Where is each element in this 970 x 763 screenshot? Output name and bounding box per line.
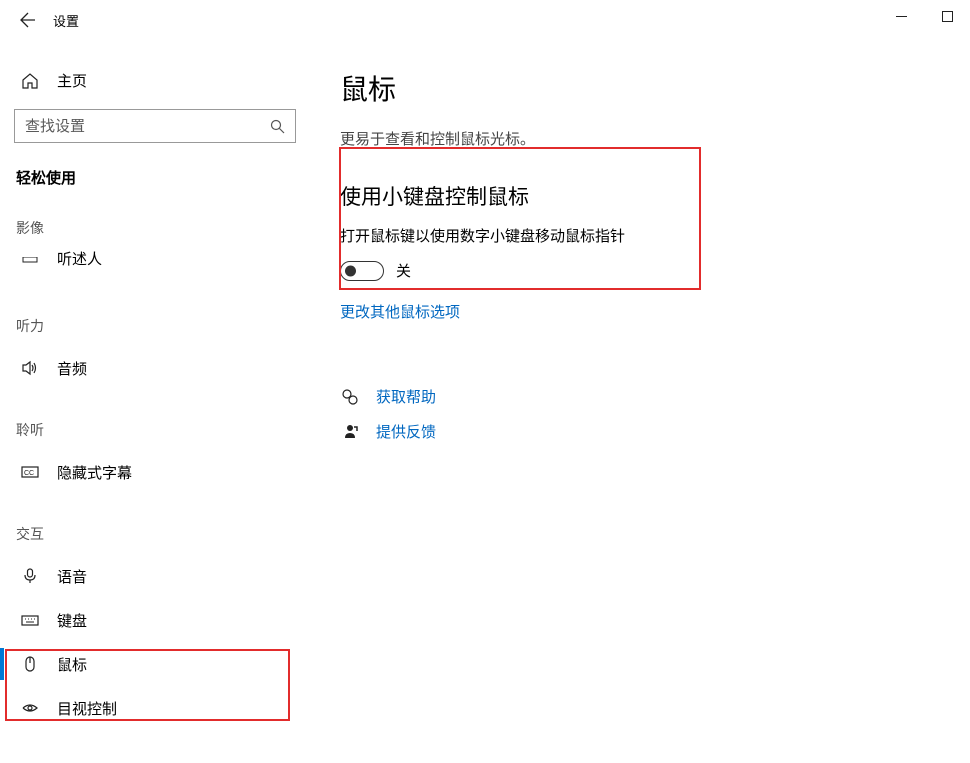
toggle-knob [345,265,356,276]
keyboard-label: 键盘 [57,610,87,631]
help-icon [340,387,360,407]
help-section: 获取帮助 提供反馈 [340,386,940,442]
link-more-options[interactable]: 更改其他鼠标选项 [340,304,460,321]
sidebar-item-mouse[interactable]: 鼠标 [0,642,310,686]
toggle-mouse-keys[interactable]: 关 [340,260,940,281]
sidebar-item-keyboard[interactable]: 键盘 [0,598,310,642]
section-interaction: 交互 [14,524,310,544]
svg-text:CC: CC [24,470,34,477]
titlebar: 设置 [0,0,970,40]
section-hearing: 听力 [14,316,310,336]
speaker-icon [20,358,40,378]
partial-label: 听述人 [57,248,102,269]
keyboard-icon [20,610,40,630]
sidebar-item-speech[interactable]: 语音 [0,554,310,598]
speech-label: 语音 [57,566,87,587]
minimize-icon [896,11,907,22]
section-hearing2: 聆听 [14,420,310,440]
captions-label: 隐藏式字幕 [57,462,132,483]
help-row[interactable]: 获取帮助 [340,386,940,407]
page-title: 鼠标 [340,68,940,108]
link-get-help[interactable]: 获取帮助 [376,386,436,407]
minimize-button[interactable] [878,0,924,32]
search-icon [269,118,285,134]
eye-icon [20,698,40,718]
arrow-left-icon [20,12,36,28]
maximize-button[interactable] [924,0,970,32]
window-title: 设置 [53,11,79,30]
sidebar-item-partial[interactable]: 听述人 [14,248,310,276]
window-controls [878,0,970,32]
link-feedback[interactable]: 提供反馈 [376,421,436,442]
sidebar-item-audio[interactable]: 音频 [0,346,310,390]
sidebar-item-eyecontrol[interactable]: 目视控制 [0,686,310,730]
feedback-icon [340,422,360,442]
home-button[interactable]: 主页 [14,60,310,101]
sidebar-item-captions[interactable]: CC 隐藏式字幕 [0,450,310,494]
maximize-icon [942,11,953,22]
section-keypad-title: 使用小键盘控制鼠标 [340,181,940,211]
search-box[interactable] [14,109,296,143]
mouse-icon [20,654,40,674]
audio-label: 音频 [57,358,87,379]
home-label: 主页 [57,70,87,91]
back-button[interactable] [18,10,38,30]
section-vision: 影像 [14,218,310,238]
feedback-row[interactable]: 提供反馈 [340,421,940,442]
eyecontrol-label: 目视控制 [57,698,117,719]
cc-icon: CC [20,462,40,482]
mouse-label: 鼠标 [57,654,87,675]
content-area: 鼠标 更易于查看和控制鼠标光标。 使用小键盘控制鼠标 打开鼠标键以使用数字小键盘… [310,40,970,763]
search-input[interactable] [25,118,269,135]
home-icon [20,71,40,91]
toggle-state-label: 关 [396,260,411,281]
sidebar: 主页 轻松使用 影像 听述人 听力 [0,40,310,763]
narrator-icon [20,257,40,267]
microphone-icon [20,566,40,586]
page-subtitle: 更易于查看和控制鼠标光标。 [340,128,940,149]
sidebar-title: 轻松使用 [14,167,310,188]
toggle-switch[interactable] [340,261,384,281]
section-keypad-desc: 打开鼠标键以使用数字小键盘移动鼠标指针 [340,225,940,246]
